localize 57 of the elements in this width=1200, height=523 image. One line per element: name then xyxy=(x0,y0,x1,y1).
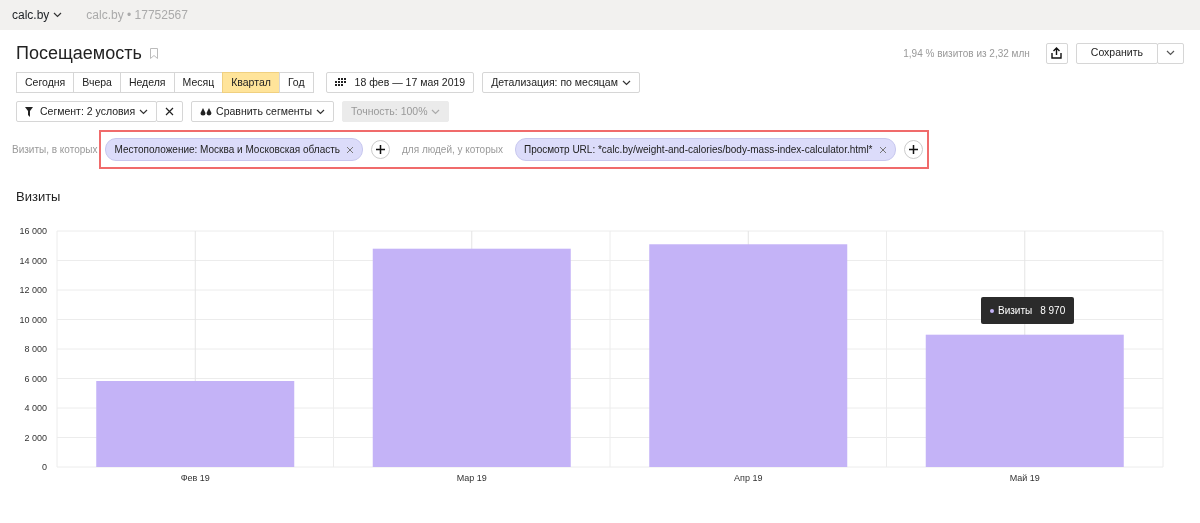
period-tab[interactable]: Неделя xyxy=(119,72,175,93)
tooltip-value: 8 970 xyxy=(1040,304,1066,316)
y-tick-label: 16 000 xyxy=(19,225,47,236)
y-tick-label: 4 000 xyxy=(24,402,47,413)
plus-icon xyxy=(376,145,386,154)
drops-icon xyxy=(200,106,213,117)
condition-chip[interactable]: Местоположение: Москва и Московская область xyxy=(105,138,364,161)
bookmark-icon[interactable] xyxy=(149,47,158,59)
y-tick-label: 0 xyxy=(42,461,47,472)
period-tab[interactable]: Квартал xyxy=(222,72,280,93)
date-range-button[interactable]: 18 фев — 17 мая 2019 xyxy=(325,72,475,93)
counter-id: calc.by • 17752567 xyxy=(86,7,188,24)
add-condition-button[interactable] xyxy=(903,140,923,159)
save-menu-button[interactable] xyxy=(1157,42,1184,64)
export-button[interactable] xyxy=(1045,42,1068,64)
filter-label: для людей, у которых xyxy=(402,143,503,157)
chevron-down-icon xyxy=(53,12,63,18)
page-title: Посещаемость xyxy=(16,41,142,65)
plus-icon xyxy=(908,145,918,154)
chart-title: Визиты xyxy=(16,188,62,206)
close-icon xyxy=(165,107,175,116)
x-tick-label: Апр 19 xyxy=(734,472,763,483)
chevron-down-icon xyxy=(431,108,441,115)
y-tick-label: 8 000 xyxy=(24,343,47,354)
detail-dropdown[interactable]: Детализация: по месяцам xyxy=(482,72,640,93)
y-tick-label: 14 000 xyxy=(19,255,47,265)
chevron-down-icon xyxy=(1166,50,1175,56)
compare-segments-dropdown[interactable]: Сравнить сегменты xyxy=(191,101,334,122)
chevron-down-icon xyxy=(621,79,631,86)
close-icon[interactable] xyxy=(346,145,355,154)
x-tick-label: Мар 19 xyxy=(456,472,487,483)
period-tab[interactable]: Вчера xyxy=(73,72,121,93)
y-tick-label: 10 000 xyxy=(19,314,47,324)
x-tick-label: Май 19 xyxy=(1009,472,1040,483)
period-tab[interactable]: Месяц xyxy=(173,72,224,93)
y-tick-label: 6 000 xyxy=(24,373,47,383)
save-button[interactable]: Сохранить xyxy=(1075,42,1158,64)
chevron-down-icon xyxy=(139,108,149,115)
clear-segment-button[interactable] xyxy=(156,101,184,122)
add-condition-button[interactable] xyxy=(371,140,391,159)
chevron-down-icon xyxy=(315,108,325,115)
period-tab[interactable]: Сегодня xyxy=(16,72,75,93)
sample-summary: 1,94 % визитов из 2,32 млн xyxy=(903,46,1030,61)
site-selector[interactable]: calc.by xyxy=(12,6,63,24)
segment-dropdown[interactable]: Сегмент: 2 условия xyxy=(16,101,158,122)
series-dot xyxy=(990,308,994,313)
filter-icon xyxy=(25,106,36,117)
x-tick-label: Фев 19 xyxy=(180,472,210,483)
y-tick-label: 12 000 xyxy=(19,284,47,295)
condition-chip[interactable]: Просмотр URL: *calc.by/weight-and-calories/body-mass-index-calculator.html* xyxy=(514,138,896,161)
share-icon xyxy=(1051,47,1063,59)
filter-label: Визиты, в которых xyxy=(12,143,98,157)
y-tick-label: 2 000 xyxy=(24,432,47,442)
calendar-icon xyxy=(334,78,347,87)
tooltip-label: Визиты xyxy=(998,304,1033,316)
period-tab[interactable]: Год xyxy=(278,72,314,93)
close-icon[interactable] xyxy=(878,145,887,154)
